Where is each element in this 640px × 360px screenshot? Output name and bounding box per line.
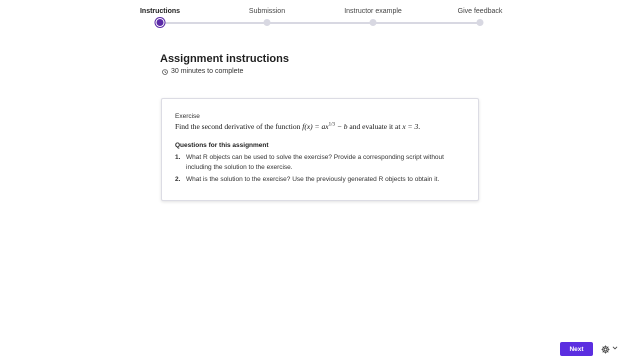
exercise-statement: Find the second derivative of the functi…	[175, 122, 420, 131]
step-instructor-example-dot[interactable]	[369, 19, 377, 26]
duration-info: 30 minutes to complete	[162, 68, 243, 75]
list-item: 2. What is the solution to the exercise?…	[175, 175, 465, 185]
step-give-feedback-label[interactable]: Give feedback	[458, 8, 503, 15]
step-submission-label[interactable]: Submission	[249, 8, 285, 15]
list-item: 1. What R objects can be used to solve t…	[175, 153, 465, 172]
step-give-feedback-dot[interactable]	[476, 19, 484, 26]
eval-point: x = 3	[402, 122, 419, 131]
exercise-mid: and evaluate it at	[349, 122, 401, 131]
function-lhs: f(x) = ax	[302, 122, 329, 131]
step-submission-dot[interactable]	[263, 19, 271, 26]
question-number: 1.	[175, 154, 181, 161]
gear-icon[interactable]	[601, 345, 610, 354]
questions-list: 1. What R objects can be used to solve t…	[175, 153, 465, 188]
step-instructor-example-label[interactable]: Instructor example	[344, 8, 402, 15]
duration-text: 30 minutes to complete	[171, 68, 244, 75]
exercise-prefix: Find the second derivative of the functi…	[175, 122, 301, 131]
question-text: What is the solution to the exercise? Us…	[186, 176, 440, 183]
question-number: 2.	[175, 176, 181, 183]
clock-icon	[162, 68, 168, 75]
question-text: What R objects can be used to solve the …	[186, 154, 444, 171]
exercise-label: Exercise	[175, 113, 200, 120]
exercise-end: .	[418, 122, 421, 131]
step-instructions-label[interactable]: Instructions	[140, 8, 180, 15]
step-instructions-dot[interactable]	[156, 19, 164, 26]
next-button[interactable]: Next	[560, 342, 593, 356]
function-rhs: − b	[334, 122, 348, 131]
questions-heading: Questions for this assignment	[175, 142, 269, 149]
chevron-down-icon[interactable]	[612, 345, 618, 351]
progress-stepper: Instructions Submission Instructor examp…	[0, 0, 640, 34]
page-title: Assignment instructions	[160, 53, 289, 65]
stepper-track	[160, 22, 480, 24]
assignment-card: Exercise Find the second derivative of t…	[161, 98, 479, 201]
